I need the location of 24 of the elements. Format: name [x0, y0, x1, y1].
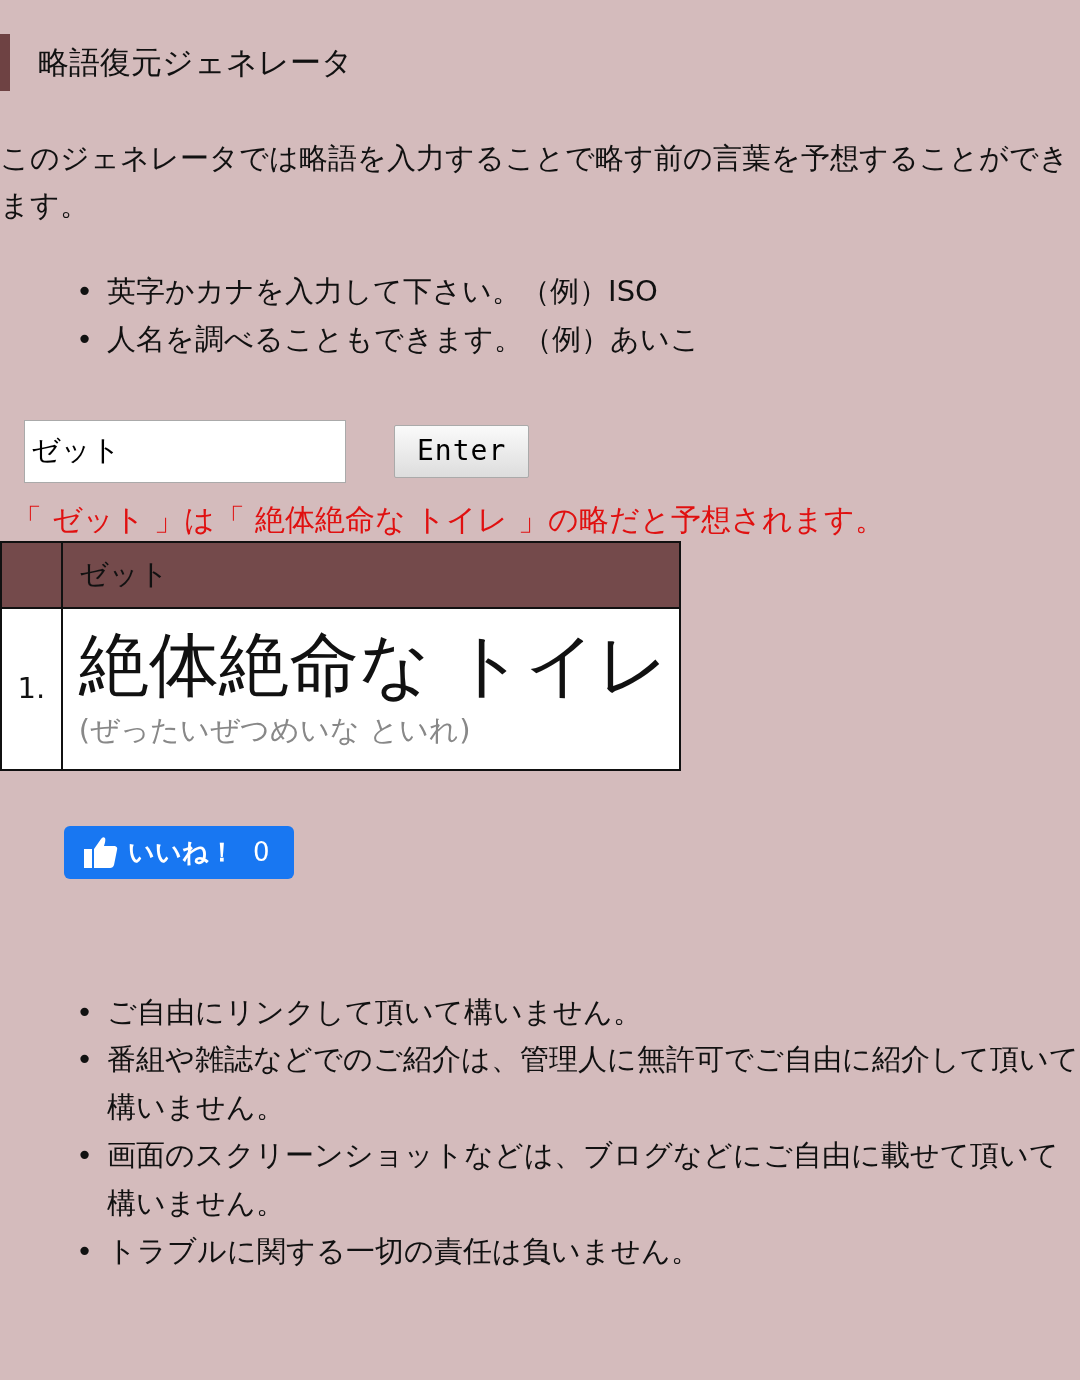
search-field[interactable]: ゼット: [24, 419, 346, 483]
table-header: ゼット: [61, 541, 680, 608]
hint-item: 人名を調べることもできます。（例）あいこ: [107, 320, 701, 358]
page-title: 略語復元ジェネレータ: [0, 34, 1080, 92]
note-item: 番組や雑誌などでのご紹介は、管理人に無許可でご自由に紹介して頂いて構いません。: [107, 1041, 1080, 1127]
note-item-bullet: •: [76, 1041, 94, 1079]
phrase-text: 絶体絶命な トイレ: [78, 622, 669, 707]
row-number: 1.: [1, 607, 62, 770]
hint-item-bullet: •: [76, 320, 94, 358]
hint-item-bullet: •: [76, 272, 94, 310]
note-item-bullet: •: [76, 1232, 94, 1270]
note-item-bullet: •: [76, 1137, 94, 1175]
thumbs-up-icon: [84, 836, 118, 868]
note-item: トラブルに関する一切の責任は負いません。: [107, 1232, 701, 1270]
intro-text: このジェネレータでは略語を入力することで略す前の言葉を予想することができます。: [0, 140, 1070, 224]
like-button[interactable]: いいね！ 0: [64, 825, 294, 879]
note-item-bullet: •: [76, 993, 94, 1031]
table-header: [1, 541, 62, 608]
reading-text: (ぜったいぜつめいな といれ): [78, 711, 472, 749]
hint-item: 英字かカナを入力して下さい。（例）ISO: [107, 272, 658, 310]
enter-button[interactable]: Enter: [394, 424, 530, 478]
note-item: 画面のスクリーンショットなどは、ブログなどにご自由に載せて頂いて構いません。: [107, 1137, 1061, 1222]
note-item: ご自由にリンクして頂いて構いません。: [107, 993, 643, 1031]
result-message: 「 ゼット 」は「 絶体絶命な トイレ 」の略だと予想されます。: [12, 500, 886, 539]
